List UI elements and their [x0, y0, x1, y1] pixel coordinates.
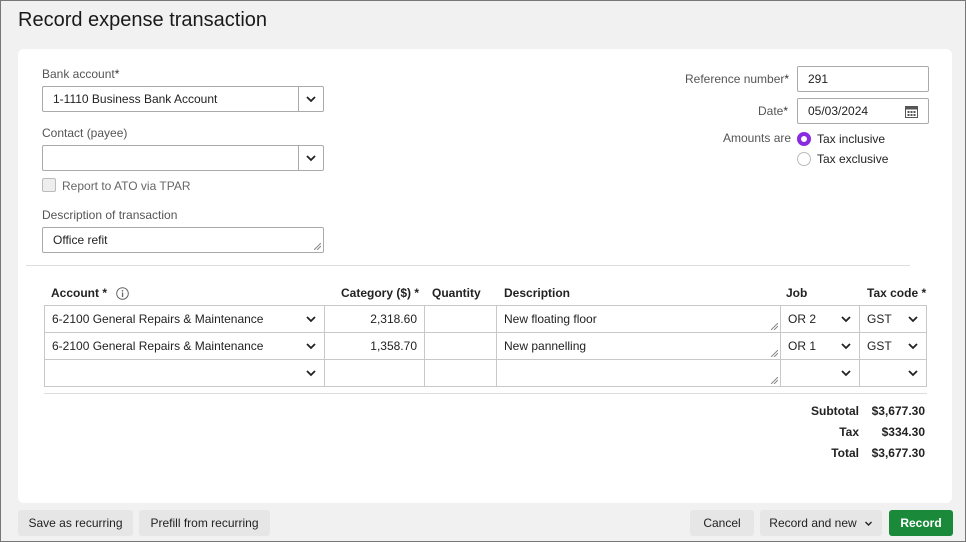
report-ato-label: Report to ATO via TPAR — [62, 179, 191, 193]
tax-inclusive-radio[interactable] — [797, 132, 811, 146]
chevron-down-icon[interactable] — [305, 340, 317, 352]
row-3-description-input[interactable] — [496, 359, 781, 387]
chevron-down-icon — [864, 521, 872, 526]
col-header-taxcode: Tax code * — [867, 286, 927, 300]
row-1-amount-value: 2,318.60 — [370, 312, 417, 326]
row-1-amount-input[interactable]: 2,318.60 — [324, 305, 425, 333]
row-1-job-select[interactable]: OR 2 — [780, 305, 860, 333]
tax-exclusive-radio[interactable] — [797, 152, 811, 166]
row-2-account-select[interactable]: 6-2100 General Repairs & Maintenance — [44, 332, 325, 360]
row-1-quantity-input[interactable] — [424, 305, 497, 333]
row-2-taxcode-select[interactable]: GST — [859, 332, 927, 360]
subtotal-value: $3,677.30 — [871, 404, 925, 418]
tax-value: $334.30 — [881, 425, 925, 439]
chevron-down-icon[interactable] — [840, 313, 852, 325]
page-title: Record expense transaction — [18, 9, 268, 31]
record-and-new-button[interactable]: Record and new — [760, 510, 882, 536]
row-3-job-select[interactable] — [780, 359, 860, 387]
description-label: Description of transaction — [42, 208, 178, 222]
info-icon[interactable] — [116, 287, 130, 300]
chevron-down-icon[interactable] — [907, 313, 919, 325]
bank-account-label: Bank account* — [42, 67, 120, 81]
row-2-job-value: OR 1 — [788, 339, 817, 353]
row-2-amount-value: 1,358.70 — [370, 339, 417, 353]
tax-inclusive-label: Tax inclusive — [817, 132, 886, 146]
resize-handle-icon[interactable] — [771, 377, 778, 384]
row-1-description-value: New floating floor — [504, 312, 597, 326]
table-divider — [44, 393, 927, 394]
calendar-icon[interactable] — [905, 105, 918, 118]
chevron-down-icon[interactable] — [305, 367, 317, 379]
row-2-job-select[interactable]: OR 1 — [780, 332, 860, 360]
date-label: Date* — [758, 104, 789, 118]
row-1-description-input[interactable]: New floating floor — [496, 305, 781, 333]
tax-label: Tax — [839, 425, 859, 439]
chevron-down-icon[interactable] — [907, 340, 919, 352]
cancel-button[interactable]: Cancel — [690, 510, 754, 536]
row-2-description-value: New pannelling — [504, 339, 587, 353]
chevron-down-icon[interactable] — [305, 313, 317, 325]
total-label: Total — [831, 446, 859, 460]
report-ato-checkbox[interactable] — [42, 178, 56, 192]
row-3-amount-input[interactable] — [324, 359, 425, 387]
save-as-recurring-button[interactable]: Save as recurring — [18, 510, 133, 536]
total-value: $3,677.30 — [871, 446, 925, 460]
resize-handle-icon[interactable] — [771, 323, 778, 330]
date-value: 05/03/2024 — [808, 104, 869, 118]
row-2-description-input[interactable]: New pannelling — [496, 332, 781, 360]
row-1-taxcode-value: GST — [867, 312, 892, 326]
bank-account-select[interactable]: 1-1110 Business Bank Account — [42, 86, 324, 112]
row-2-amount-input[interactable]: 1,358.70 — [324, 332, 425, 360]
row-1-account-value: 6-2100 General Repairs & Maintenance — [52, 312, 264, 326]
row-1-account-select[interactable]: 6-2100 General Repairs & Maintenance — [44, 305, 325, 333]
record-button[interactable]: Record — [889, 510, 953, 536]
contact-label: Contact (payee) — [42, 126, 128, 140]
chevron-down-icon[interactable] — [907, 367, 919, 379]
col-header-job: Job — [786, 286, 808, 300]
date-input[interactable]: 05/03/2024 — [797, 98, 929, 124]
contact-select[interactable] — [42, 145, 324, 171]
subtotal-label: Subtotal — [811, 404, 859, 418]
chevron-down-icon[interactable] — [298, 146, 323, 170]
contact-value — [43, 146, 298, 170]
section-divider — [26, 265, 910, 266]
row-1-taxcode-select[interactable]: GST — [859, 305, 927, 333]
row-3-account-select[interactable] — [44, 359, 325, 387]
resize-handle-icon[interactable] — [771, 350, 778, 357]
reference-value: 291 — [808, 72, 829, 86]
prefill-from-recurring-button[interactable]: Prefill from recurring — [139, 510, 270, 536]
record-and-new-label: Record and new — [769, 516, 857, 530]
description-input[interactable]: Office refit — [42, 227, 324, 253]
row-2-quantity-input[interactable] — [424, 332, 497, 360]
tax-exclusive-label: Tax exclusive — [817, 152, 889, 166]
reference-input[interactable]: 291 — [797, 66, 929, 92]
col-header-category: Category ($) * — [341, 286, 420, 300]
col-header-account: Account * — [51, 286, 130, 300]
row-2-taxcode-value: GST — [867, 339, 892, 353]
row-1-job-value: OR 2 — [788, 312, 817, 326]
description-value: Office refit — [53, 233, 108, 247]
bank-account-value: 1-1110 Business Bank Account — [53, 92, 218, 106]
row-3-taxcode-select[interactable] — [859, 359, 927, 387]
col-header-description: Description — [504, 286, 571, 300]
resize-handle-icon[interactable] — [314, 243, 321, 250]
col-header-quantity: Quantity — [432, 286, 481, 300]
row-2-account-value: 6-2100 General Repairs & Maintenance — [52, 339, 264, 353]
amounts-are-label: Amounts are — [723, 131, 792, 145]
chevron-down-icon[interactable] — [840, 340, 852, 352]
reference-label: Reference number* — [685, 72, 790, 86]
chevron-down-icon[interactable] — [298, 87, 323, 111]
chevron-down-icon[interactable] — [840, 367, 852, 379]
row-3-quantity-input[interactable] — [424, 359, 497, 387]
